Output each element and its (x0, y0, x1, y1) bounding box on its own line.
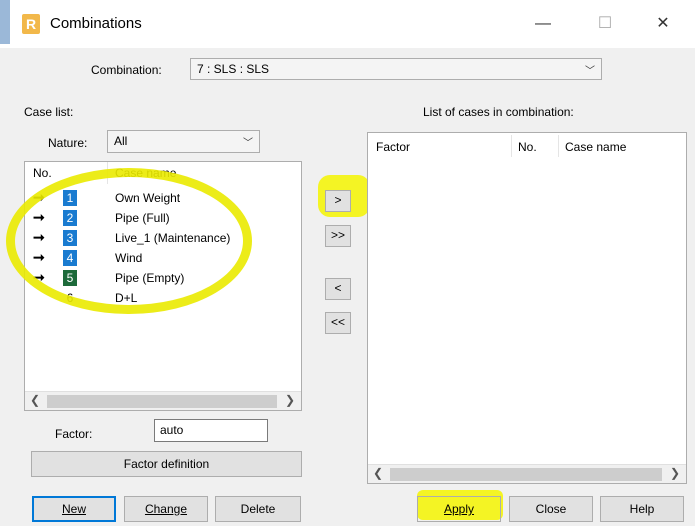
change-button[interactable]: Change (124, 496, 208, 522)
scrollbar-thumb[interactable] (47, 395, 277, 408)
close-icon[interactable]: ✕ (643, 10, 683, 38)
delete-button[interactable]: Delete (215, 496, 301, 522)
horizontal-scrollbar[interactable]: ❮ ❯ (368, 464, 686, 483)
nature-label: Nature: (48, 136, 88, 150)
combination-cases-list[interactable]: Factor No. Case name ❮ ❯ (367, 132, 687, 484)
case-list-label: Case list: (24, 105, 74, 119)
column-header-factor[interactable]: Factor (376, 140, 410, 154)
scroll-right-icon[interactable]: ❯ (285, 393, 295, 407)
help-button[interactable]: Help (600, 496, 684, 522)
nature-select[interactable]: All ﹀ (107, 130, 260, 153)
new-button[interactable]: New (32, 496, 116, 522)
apply-button[interactable]: Apply (417, 496, 501, 522)
factor-input[interactable]: auto (154, 419, 268, 442)
scroll-left-icon[interactable]: ❮ (373, 466, 383, 480)
highlight-annotation (6, 168, 252, 314)
chevron-down-icon: ﹀ (585, 66, 595, 77)
scroll-right-icon[interactable]: ❯ (670, 466, 680, 480)
combination-label: Combination: (91, 63, 162, 77)
combination-select[interactable]: 7 : SLS : SLS ﹀ (190, 58, 602, 80)
app-logo-icon: R (22, 14, 40, 34)
add-all-cases-button[interactable]: >> (325, 225, 351, 247)
combination-value: 7 : SLS : SLS (197, 62, 270, 76)
minimize-icon[interactable]: — (523, 10, 563, 38)
add-case-button[interactable]: > (325, 190, 351, 212)
maximize-icon[interactable]: ☐ (585, 10, 625, 38)
window-title: Combinations (50, 15, 142, 32)
column-header-no[interactable]: No. (518, 140, 537, 154)
column-header-case-name[interactable]: Case name (565, 140, 626, 154)
factor-label: Factor: (55, 427, 93, 441)
nature-value: All (114, 134, 128, 148)
scrollbar-thumb[interactable] (390, 468, 662, 481)
column-header-no[interactable]: No. (33, 166, 52, 180)
close-button[interactable]: Close (509, 496, 593, 522)
background-window-edge (0, 0, 10, 44)
horizontal-scrollbar[interactable]: ❮ ❯ (25, 391, 301, 410)
combination-cases-label: List of cases in combination: (423, 105, 574, 119)
factor-definition-button[interactable]: Factor definition (31, 451, 302, 477)
scroll-left-icon[interactable]: ❮ (30, 393, 40, 407)
remove-case-button[interactable]: < (325, 278, 351, 300)
chevron-down-icon: ﹀ (243, 138, 253, 149)
remove-all-cases-button[interactable]: << (325, 312, 351, 334)
